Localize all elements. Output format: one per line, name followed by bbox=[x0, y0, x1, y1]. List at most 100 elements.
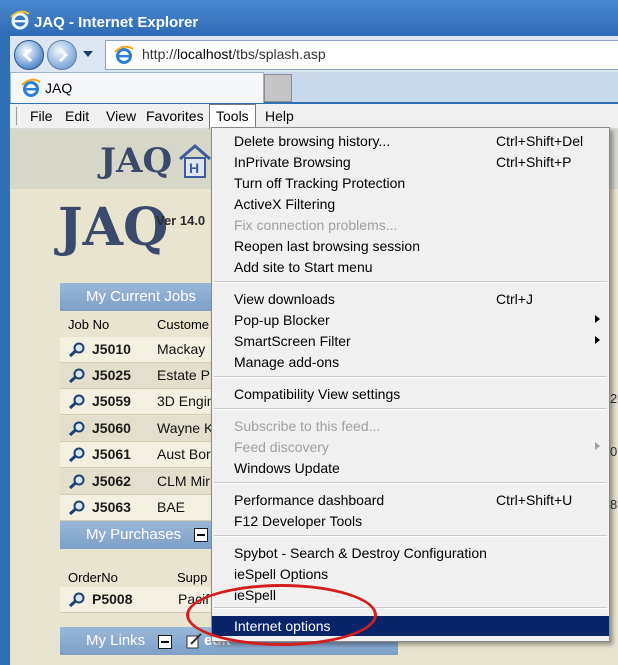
magnifier-icon[interactable] bbox=[68, 421, 86, 437]
menu-item-windows-update[interactable]: Windows Update bbox=[212, 458, 609, 478]
my-purchases-header: My Purchases bbox=[60, 521, 218, 549]
menu-separator bbox=[214, 376, 607, 378]
job-row[interactable]: J5062 CLM Mir bbox=[60, 469, 218, 495]
back-arrow-icon bbox=[22, 47, 33, 63]
job-number: J5059 bbox=[92, 393, 131, 409]
edit-pencil-icon[interactable] bbox=[186, 633, 202, 649]
order-number: P5008 bbox=[92, 591, 133, 607]
job-row[interactable]: J5063 BAE bbox=[60, 495, 218, 521]
menu-help[interactable]: Help bbox=[259, 104, 300, 128]
tools-menu: Delete browsing history... Ctrl+Shift+Del… bbox=[211, 127, 610, 642]
tab-label: JAQ bbox=[45, 80, 73, 96]
job-number: J5062 bbox=[92, 473, 131, 489]
menu-favorites[interactable]: Favorites bbox=[140, 104, 210, 128]
submenu-arrow-icon bbox=[595, 442, 600, 450]
job-no-column-header: Job No bbox=[68, 317, 110, 332]
menu-item-shortcut: Ctrl+Shift+P bbox=[496, 154, 572, 170]
address-url: http://localhost/tbs/splash.asp bbox=[142, 46, 326, 62]
menu-separator bbox=[214, 482, 607, 484]
collapse-links-button[interactable] bbox=[158, 635, 172, 649]
menu-item-label: Fix connection problems... bbox=[234, 217, 398, 233]
svg-text:H: H bbox=[189, 160, 199, 176]
menu-item-pop-up-blocker[interactable]: Pop-up Blocker bbox=[212, 310, 609, 330]
menu-item-label: Feed discovery bbox=[234, 439, 329, 455]
job-row[interactable]: J5061 Aust Bor bbox=[60, 442, 218, 468]
browser-window: JAQ - Internet Explorer http://localhost… bbox=[0, 0, 618, 665]
menu-item-subscribe-to-this-feed: Subscribe to this feed... bbox=[212, 416, 609, 436]
menu-item-delete-browsing-history[interactable]: Delete browsing history... Ctrl+Shift+Del bbox=[212, 131, 609, 151]
job-number: J5025 bbox=[92, 367, 131, 383]
page-icon bbox=[114, 45, 134, 64]
menu-file[interactable]: File bbox=[24, 104, 59, 128]
job-row[interactable]: J5010 Mackay bbox=[60, 337, 218, 363]
history-dropdown-icon[interactable] bbox=[82, 50, 94, 58]
customer-name: Mackay bbox=[157, 341, 206, 357]
magnifier-icon[interactable] bbox=[68, 500, 86, 516]
internet-explorer-icon bbox=[10, 10, 30, 30]
job-row[interactable]: J5025 Estate P bbox=[60, 363, 218, 389]
menu-item-compatibility-view-settings[interactable]: Compatibility View settings bbox=[212, 384, 609, 404]
customer-name: Aust Bor bbox=[157, 446, 211, 462]
collapse-purchases-button[interactable] bbox=[194, 528, 208, 542]
menu-separator bbox=[214, 281, 607, 283]
menu-item-label: Reopen last browsing session bbox=[234, 238, 420, 254]
customer-name: 3D Engin bbox=[157, 393, 215, 409]
magnifier-icon[interactable] bbox=[68, 368, 86, 384]
job-row[interactable]: J5059 3D Engin bbox=[60, 389, 218, 415]
menu-item-label: Pop-up Blocker bbox=[234, 312, 330, 328]
job-number: J5060 bbox=[92, 420, 131, 436]
header-logo: JAQ bbox=[100, 141, 173, 181]
customer-name: Wayne K bbox=[157, 420, 214, 436]
menu-item-fix-connection-problems: Fix connection problems... bbox=[212, 215, 609, 235]
new-tab-button[interactable] bbox=[264, 74, 292, 102]
tab-bar: JAQ bbox=[10, 72, 618, 103]
menu-item-label: ActiveX Filtering bbox=[234, 196, 336, 212]
row-edge-text: 20 bbox=[610, 391, 618, 406]
menu-item-feed-discovery: Feed discovery bbox=[212, 437, 609, 457]
back-button[interactable] bbox=[14, 40, 44, 70]
menu-item-spybot-search-destroy-configuration[interactable]: Spybot - Search & Destroy Configuration bbox=[212, 543, 609, 563]
menu-item-turn-off-tracking-protection[interactable]: Turn off Tracking Protection bbox=[212, 173, 609, 193]
menu-item-f12-developer-tools[interactable]: F12 Developer Tools bbox=[212, 511, 609, 531]
menu-item-view-downloads[interactable]: View downloads Ctrl+J bbox=[212, 289, 609, 309]
menu-item-performance-dashboard[interactable]: Performance dashboard Ctrl+Shift+U bbox=[212, 490, 609, 510]
menu-view[interactable]: View bbox=[100, 104, 142, 128]
menu-item-reopen-last-browsing-session[interactable]: Reopen last browsing session bbox=[212, 236, 609, 256]
menu-item-activex-filtering[interactable]: ActiveX Filtering bbox=[212, 194, 609, 214]
menu-item-label: Performance dashboard bbox=[234, 492, 385, 508]
menu-item-label: F12 Developer Tools bbox=[234, 513, 363, 529]
menu-item-label: Add site to Start menu bbox=[234, 259, 373, 275]
menu-item-iespell-options[interactable]: ieSpell Options bbox=[212, 564, 609, 584]
menu-item-label: Spybot - Search & Destroy Configuration bbox=[234, 545, 487, 561]
menu-item-inprivate-browsing[interactable]: InPrivate Browsing Ctrl+Shift+P bbox=[212, 152, 609, 172]
menu-bar: File Edit View Favorites Tools Help bbox=[10, 104, 618, 129]
title-bar: JAQ - Internet Explorer bbox=[0, 0, 618, 36]
customer-name: Estate P bbox=[157, 367, 210, 383]
main-logo: JAQ bbox=[58, 197, 169, 258]
menu-item-label: View downloads bbox=[234, 291, 335, 307]
magnifier-icon[interactable] bbox=[68, 447, 86, 463]
menu-item-label: SmartScreen Filter bbox=[234, 333, 351, 349]
job-row[interactable]: J5060 Wayne K bbox=[60, 416, 218, 442]
menu-edit[interactable]: Edit bbox=[59, 104, 95, 128]
job-number: J5010 bbox=[92, 341, 131, 357]
customer-column-header: Custome bbox=[157, 317, 210, 332]
address-bar[interactable]: http://localhost/tbs/splash.asp bbox=[105, 40, 618, 70]
home-icon[interactable]: H bbox=[178, 143, 212, 179]
menu-tools[interactable]: Tools bbox=[209, 104, 256, 129]
tab-page-icon bbox=[21, 78, 41, 97]
menu-item-label: Windows Update bbox=[234, 460, 340, 476]
row-edge-text: 8 bbox=[610, 497, 618, 512]
magnifier-icon[interactable] bbox=[68, 394, 86, 410]
magnifier-icon[interactable] bbox=[68, 342, 86, 358]
menu-item-manage-add-ons[interactable]: Manage add-ons bbox=[212, 352, 609, 372]
forward-button[interactable] bbox=[47, 40, 77, 70]
magnifier-icon[interactable] bbox=[68, 474, 86, 490]
menu-item-add-site-to-start-menu[interactable]: Add site to Start menu bbox=[212, 257, 609, 277]
menu-item-label: ieSpell Options bbox=[234, 566, 329, 582]
menu-item-shortcut: Ctrl+J bbox=[496, 291, 533, 307]
tab-jaq[interactable]: JAQ bbox=[10, 72, 264, 103]
magnifier-icon[interactable] bbox=[68, 592, 86, 608]
menu-item-label: Delete browsing history... bbox=[234, 133, 391, 149]
menu-item-smartscreen-filter[interactable]: SmartScreen Filter bbox=[212, 331, 609, 351]
